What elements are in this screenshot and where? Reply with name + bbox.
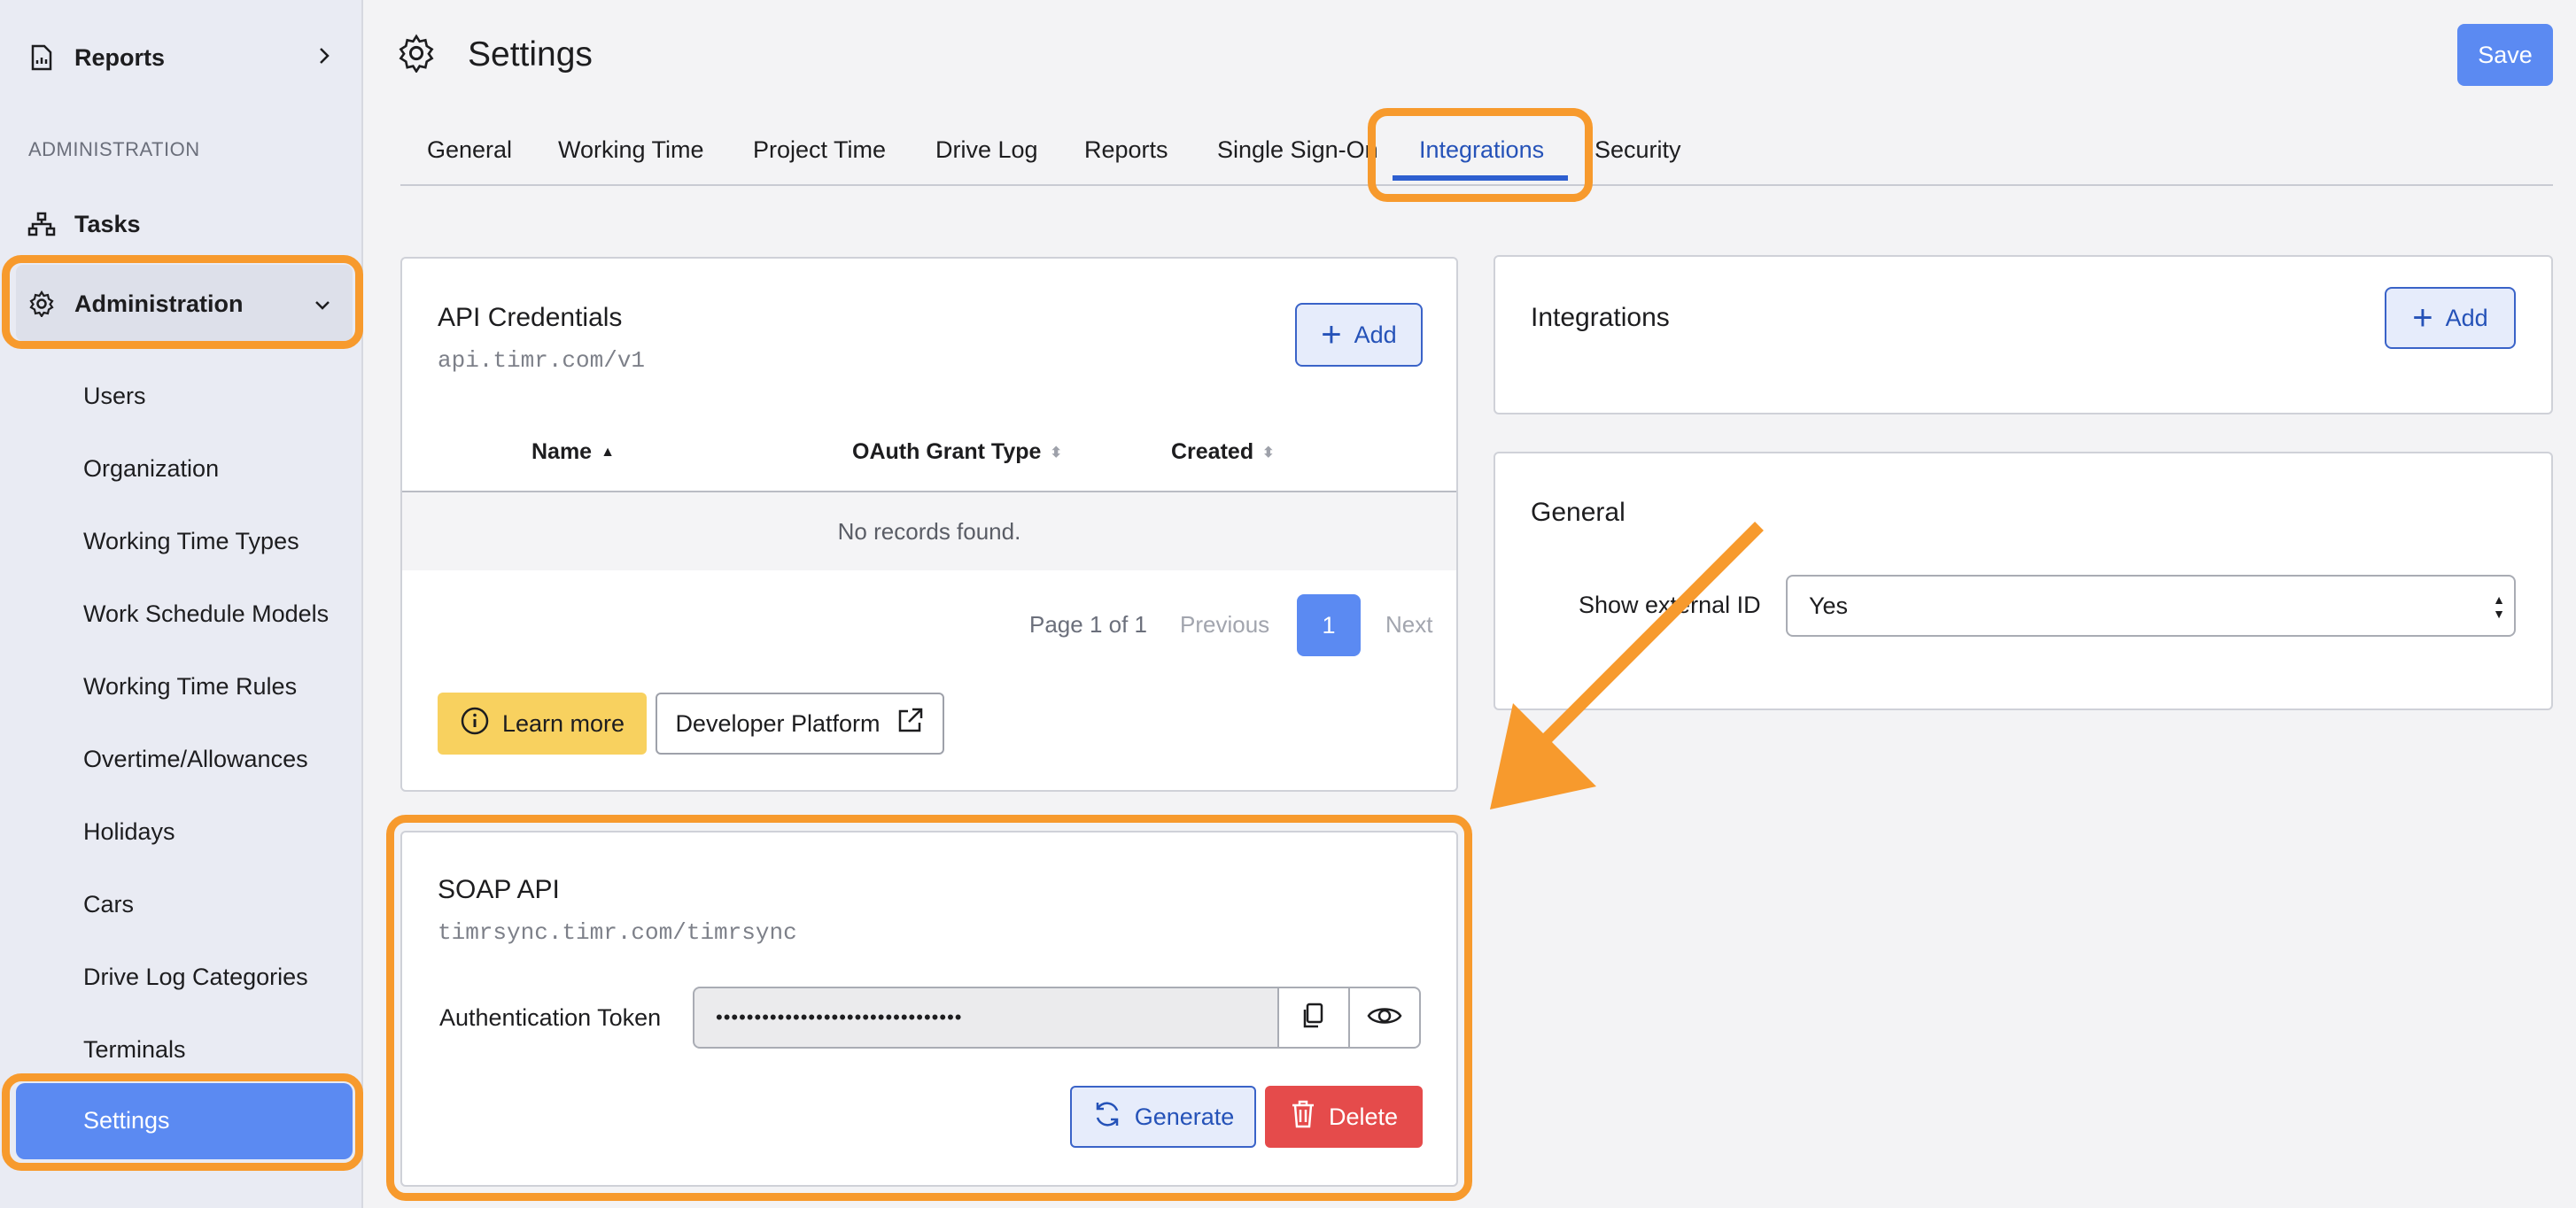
add-integration-button[interactable]: + Add [2385, 287, 2516, 349]
authentication-token-field[interactable]: •••••••••••••••••••••••••••••••• [693, 987, 1279, 1049]
refresh-icon [1092, 1099, 1122, 1135]
sidebar-item-overtime-allowances[interactable]: Overtime/Allowances [83, 746, 308, 773]
learn-more-label: Learn more [501, 709, 625, 737]
tab-single-sign-on[interactable]: Single Sign-On [1217, 136, 1378, 164]
save-button[interactable]: Save [2457, 24, 2553, 86]
sort-icon: ⬍ [1262, 445, 1275, 461]
developer-platform-button[interactable]: Developer Platform [656, 693, 944, 755]
sidebar-item-settings[interactable]: Settings [16, 1083, 353, 1159]
sidebar-item-organization[interactable]: Organization [83, 455, 219, 483]
sidebar-item-drive-log-categories[interactable]: Drive Log Categories [83, 964, 308, 991]
copy-token-button[interactable] [1277, 987, 1350, 1049]
info-icon [460, 706, 490, 742]
sidebar-item-administration[interactable]: Administration [0, 282, 363, 326]
sidebar-item-label: Reports [74, 43, 166, 71]
chevron-down-icon [314, 290, 331, 318]
report-icon [27, 43, 57, 73]
show-token-button[interactable] [1348, 987, 1421, 1049]
active-tab-indicator [1393, 175, 1568, 181]
annotation-arrow-icon [1490, 522, 1764, 809]
external-link-icon [895, 706, 925, 742]
select-arrows-icon: ▲ ▼ [2493, 592, 2505, 621]
sidebar-item-holidays[interactable]: Holidays [83, 818, 175, 846]
column-header-label: Name [531, 439, 593, 464]
soap-api-title: SOAP API [438, 875, 560, 904]
soap-api-url: timrsync.timr.com/timrsync [438, 919, 797, 946]
api-credentials-title: API Credentials [438, 303, 623, 332]
sidebar-item-terminals[interactable]: Terminals [83, 1036, 186, 1064]
page-title: Settings [468, 35, 593, 74]
trash-icon [1290, 1099, 1316, 1135]
api-credentials-url: api.timr.com/v1 [438, 347, 646, 374]
tab-working-time[interactable]: Working Time [558, 136, 704, 164]
previous-page-button[interactable]: Previous [1180, 611, 1269, 639]
tab-integrations[interactable]: Integrations [1419, 136, 1544, 164]
show-external-id-select[interactable]: Yes ▲ ▼ [1786, 575, 2516, 637]
sitemap-icon [27, 209, 57, 239]
settings-gear-icon [397, 34, 436, 74]
sidebar-item-tasks[interactable]: Tasks [0, 202, 363, 246]
sidebar-item-label: Tasks [74, 210, 141, 237]
sidebar-item-label: Administration [74, 290, 244, 317]
select-value: Yes [1809, 592, 1849, 619]
chevron-right-icon [317, 44, 331, 72]
sidebar-section-title: ADMINISTRATION [28, 138, 200, 160]
add-label: Add [2445, 304, 2488, 331]
sidebar-item-working-time-rules[interactable]: Working Time Rules [83, 673, 297, 701]
add-label: Add [1354, 321, 1397, 348]
integrations-title: Integrations [1531, 303, 1670, 332]
sidebar: Reports ADMINISTRATION Tasks Administrat… [0, 0, 363, 1208]
tab-general[interactable]: General [427, 136, 512, 164]
add-api-credential-button[interactable]: + Add [1295, 303, 1423, 367]
tab-drive-log[interactable]: Drive Log [935, 136, 1038, 164]
tab-security[interactable]: Security [1594, 136, 1681, 164]
column-header-label: OAuth Grant Type [852, 439, 1042, 464]
sidebar-item-users[interactable]: Users [83, 383, 146, 410]
generate-label: Generate [1134, 1103, 1235, 1130]
sidebar-item-cars[interactable]: Cars [83, 891, 134, 918]
sort-icon: ⬍ [1050, 445, 1062, 461]
sidebar-item-reports[interactable]: Reports [0, 35, 363, 80]
column-header-created[interactable]: Created ⬍ [1171, 439, 1275, 465]
plus-icon: + [2412, 298, 2433, 337]
sort-asc-icon: ▲ [601, 444, 615, 460]
eye-icon [1367, 1003, 1402, 1034]
column-header-name[interactable]: Name ▲ [531, 439, 615, 465]
gear-icon [27, 289, 57, 319]
plus-icon: + [1321, 315, 1342, 354]
tab-project-time[interactable]: Project Time [753, 136, 886, 164]
sidebar-item-working-time-types[interactable]: Working Time Types [83, 528, 299, 555]
developer-platform-label: Developer Platform [675, 709, 881, 737]
tab-reports[interactable]: Reports [1084, 136, 1168, 164]
generate-token-button[interactable]: Generate [1070, 1086, 1256, 1148]
next-page-button[interactable]: Next [1385, 611, 1432, 639]
column-header-oauth-grant-type[interactable]: OAuth Grant Type ⬍ [852, 439, 1062, 465]
copy-icon [1299, 1001, 1329, 1035]
sidebar-item-label: Settings [83, 1107, 170, 1134]
learn-more-button[interactable]: Learn more [438, 693, 647, 755]
sidebar-item-work-schedule-models[interactable]: Work Schedule Models [83, 600, 329, 628]
column-header-label: Created [1171, 439, 1254, 464]
delete-token-button[interactable]: Delete [1265, 1086, 1423, 1148]
delete-label: Delete [1328, 1103, 1399, 1130]
page-info: Page 1 of 1 [1029, 611, 1147, 638]
current-page-button[interactable]: 1 [1297, 594, 1361, 656]
empty-table-message: No records found. [402, 492, 1456, 570]
authentication-token-label: Authentication Token [439, 1004, 662, 1031]
